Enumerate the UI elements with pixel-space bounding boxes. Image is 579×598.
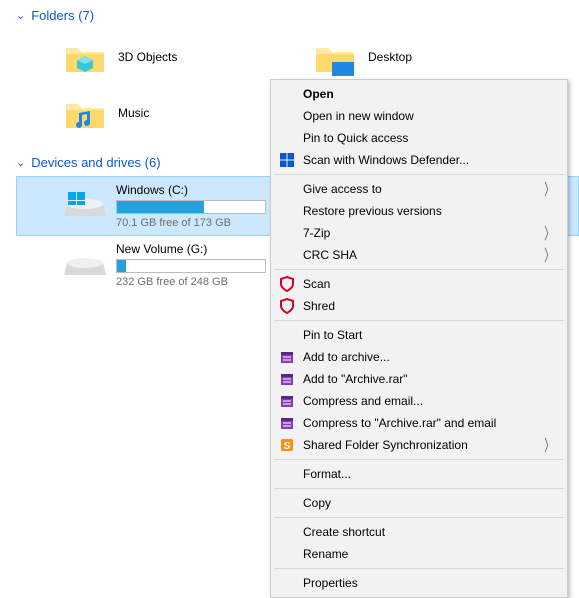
context-menu: Open Open in new window Pin to Quick acc…: [270, 79, 568, 598]
drive-icon: [64, 190, 106, 222]
folder-label: 3D Objects: [118, 50, 177, 64]
menu-copy[interactable]: Copy: [273, 492, 565, 514]
menu-compress-rar-email[interactable]: Compress to "Archive.rar" and email: [273, 412, 565, 434]
separator: [274, 488, 564, 489]
drive-icon: [64, 249, 106, 281]
separator: [274, 269, 564, 270]
folder-row: 3D Objects Desktop: [16, 29, 579, 85]
menu-properties[interactable]: Properties: [273, 572, 565, 594]
menu-shared-sync[interactable]: S Shared Folder Synchronization〉: [273, 434, 565, 456]
winrar-icon: [278, 414, 296, 432]
menu-pin-start[interactable]: Pin to Start: [273, 324, 565, 346]
separator: [274, 174, 564, 175]
sync-icon: S: [278, 436, 296, 454]
separator: [274, 568, 564, 569]
svg-text:S: S: [284, 441, 291, 452]
folder-icon: [314, 36, 356, 78]
defender-shield-icon: [278, 151, 296, 169]
mcafee-shield-icon: [278, 297, 296, 315]
submenu-arrow-icon: 〉: [544, 432, 554, 456]
menu-add-archive-rar[interactable]: Add to "Archive.rar": [273, 368, 565, 390]
drives-title: Devices and drives (6): [31, 155, 160, 170]
winrar-icon: [278, 370, 296, 388]
mcafee-shield-icon: [278, 275, 296, 293]
menu-add-archive[interactable]: Add to archive...: [273, 346, 565, 368]
usage-bar: [116, 200, 266, 214]
folder-icon: [64, 92, 106, 134]
submenu-arrow-icon: 〉: [544, 220, 554, 244]
folders-title: Folders (7): [31, 8, 94, 23]
menu-7zip[interactable]: 7-Zip〉: [273, 222, 565, 244]
separator: [274, 517, 564, 518]
menu-crc-sha[interactable]: CRC SHA〉: [273, 244, 565, 266]
menu-shred[interactable]: Shred: [273, 295, 565, 317]
folder-3d-objects[interactable]: 3D Objects: [16, 29, 266, 85]
menu-compress-email[interactable]: Compress and email...: [273, 390, 565, 412]
separator: [274, 459, 564, 460]
submenu-arrow-icon: 〉: [544, 242, 554, 266]
winrar-icon: [278, 348, 296, 366]
folder-label: Desktop: [368, 50, 412, 64]
menu-rename[interactable]: Rename: [273, 543, 565, 565]
submenu-arrow-icon: 〉: [544, 176, 554, 200]
folder-label: Music: [118, 106, 149, 120]
separator: [274, 320, 564, 321]
menu-scan-defender[interactable]: Scan with Windows Defender...: [273, 149, 565, 171]
menu-pin-quick-access[interactable]: Pin to Quick access: [273, 127, 565, 149]
menu-create-shortcut[interactable]: Create shortcut: [273, 521, 565, 543]
chevron-down-icon: ⌄: [16, 156, 25, 169]
folder-icon: [64, 36, 106, 78]
menu-give-access-to[interactable]: Give access to〉: [273, 178, 565, 200]
usage-bar: [116, 259, 266, 273]
menu-restore-previous[interactable]: Restore previous versions: [273, 200, 565, 222]
menu-open-new-window[interactable]: Open in new window: [273, 105, 565, 127]
menu-open[interactable]: Open: [273, 83, 565, 105]
folder-music[interactable]: Music: [16, 85, 266, 141]
chevron-down-icon: ⌄: [16, 9, 25, 22]
folder-desktop[interactable]: Desktop: [266, 29, 516, 85]
winrar-icon: [278, 392, 296, 410]
menu-format[interactable]: Format...: [273, 463, 565, 485]
menu-scan[interactable]: Scan: [273, 273, 565, 295]
folders-section-header[interactable]: ⌄ Folders (7): [16, 4, 579, 29]
